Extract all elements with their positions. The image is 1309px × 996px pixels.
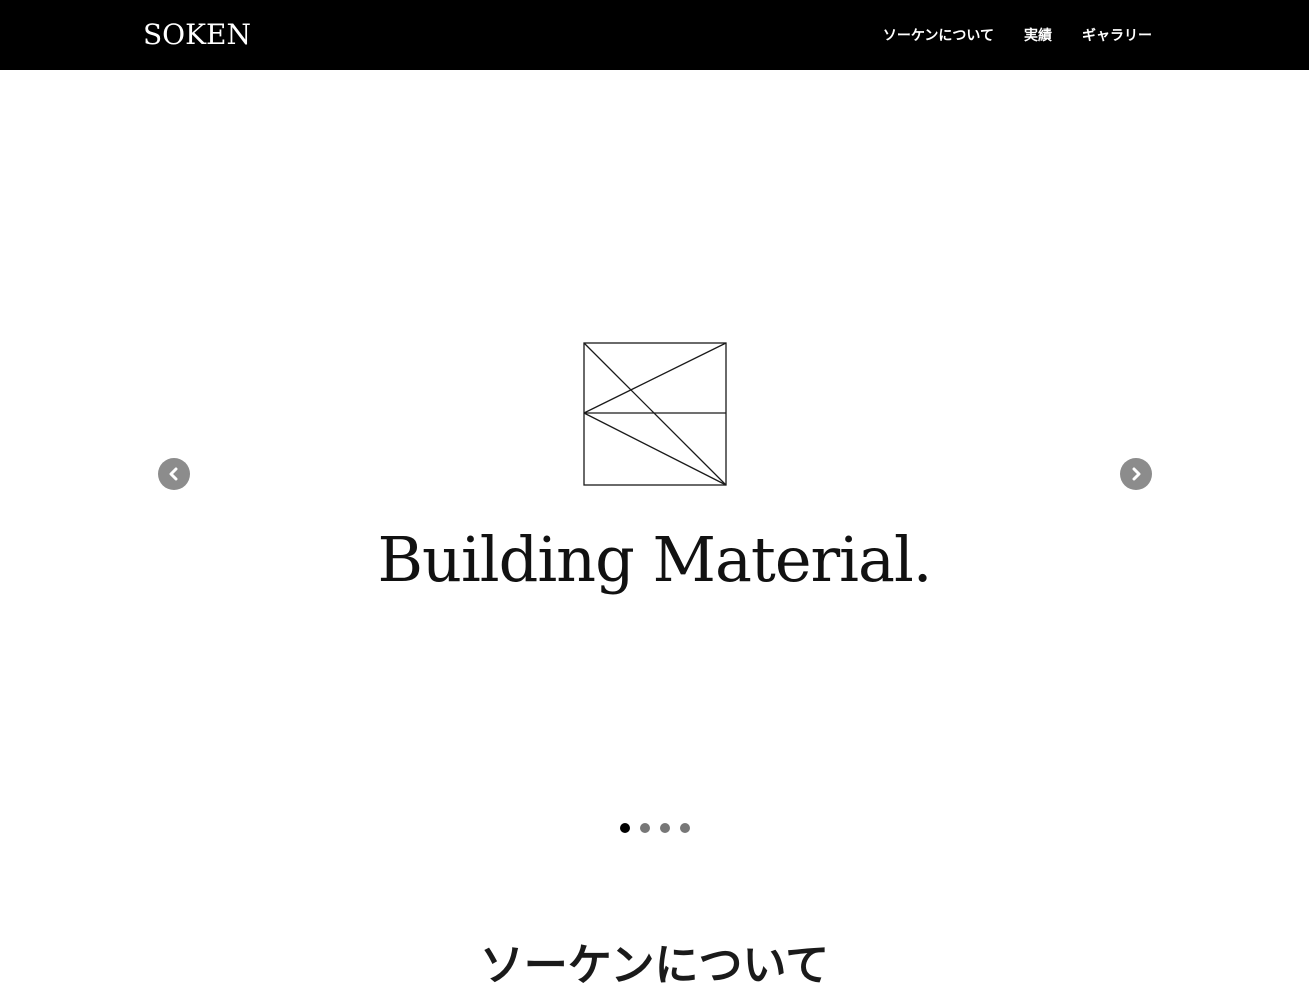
- slider-prev-button[interactable]: [158, 458, 190, 490]
- nav-item-gallery[interactable]: ギャラリー: [1082, 25, 1152, 45]
- chevron-right-icon: [1132, 467, 1141, 481]
- nav-item-about[interactable]: ソーケンについて: [883, 25, 994, 45]
- building-material-logo-mark: [583, 342, 727, 486]
- hero-wordmark: Building Material.: [377, 523, 932, 596]
- slider-dot-2[interactable]: [639, 823, 650, 833]
- hero-slider: Building Material.: [0, 70, 1309, 890]
- about-section-title: ソーケンについて: [479, 940, 830, 991]
- slider-dot-4[interactable]: [679, 823, 690, 833]
- site-header: SOKEN ソーケンについて 実績 ギャラリー: [0, 0, 1309, 70]
- chevron-left-icon: [169, 467, 178, 481]
- nav-item-works[interactable]: 実績: [1024, 25, 1052, 45]
- site-logo[interactable]: SOKEN: [143, 17, 251, 53]
- main-nav: ソーケンについて 実績 ギャラリー: [883, 0, 1152, 70]
- slider-pagination: [0, 823, 1309, 833]
- slider-next-button[interactable]: [1120, 458, 1152, 490]
- slider-dot-3[interactable]: [659, 823, 670, 833]
- slider-dot-1[interactable]: [619, 823, 630, 833]
